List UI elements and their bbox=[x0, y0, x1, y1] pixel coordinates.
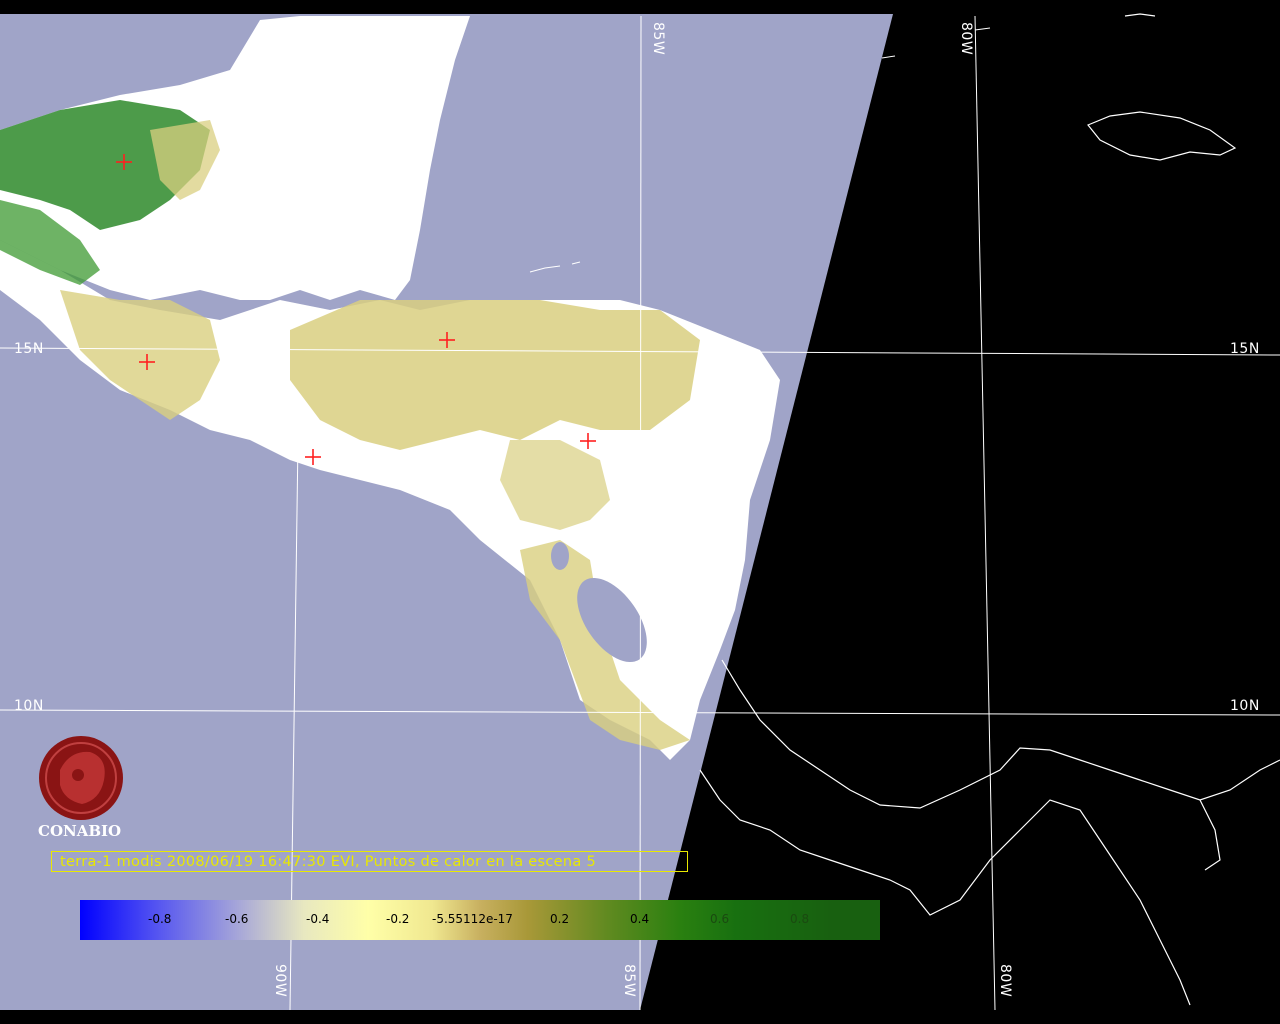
veg-yellow-1 bbox=[290, 300, 700, 450]
colorbar-tick: -0.2 bbox=[386, 912, 410, 926]
lat-label-15n-right: 15N bbox=[1230, 341, 1260, 357]
lon-label-bottom-85w: 85W bbox=[621, 964, 637, 998]
conabio-logo-text: CONABIO bbox=[38, 822, 122, 840]
lat-label-10n-left: 10N bbox=[14, 698, 44, 714]
lon-label-top-85w: 85W bbox=[650, 22, 666, 56]
colorbar-tick: 0.8 bbox=[790, 912, 810, 926]
map-stage: 85W 80W 90W 85W 80W 15N 15N 10N 10N CONA… bbox=[0, 0, 1280, 1024]
colorbar-tick: 0.6 bbox=[710, 912, 730, 926]
colorbar-tick: -0.4 bbox=[306, 912, 330, 926]
colorbar-tick: -0.6 bbox=[225, 912, 249, 926]
scene-caption: terra-1 modis 2008/06/19 16:47:30 EVI, P… bbox=[51, 851, 688, 872]
conabio-logo bbox=[39, 736, 123, 820]
lat-label-10n-right: 10N bbox=[1230, 698, 1260, 714]
lon-label-bottom-90w: 90W bbox=[272, 964, 288, 998]
colorbar-tick: 0.4 bbox=[630, 912, 650, 926]
colorbar-tick: -5.55112e-17 bbox=[432, 912, 513, 926]
lon-label-top-80w: 80W bbox=[958, 22, 974, 56]
lat-label-15n-left: 15N bbox=[14, 341, 44, 357]
colorbar-tick: 0.2 bbox=[550, 912, 570, 926]
lake-managua bbox=[551, 542, 569, 570]
colorbar-tick: -0.8 bbox=[148, 912, 172, 926]
lon-label-bottom-80w: 80W bbox=[997, 964, 1013, 998]
